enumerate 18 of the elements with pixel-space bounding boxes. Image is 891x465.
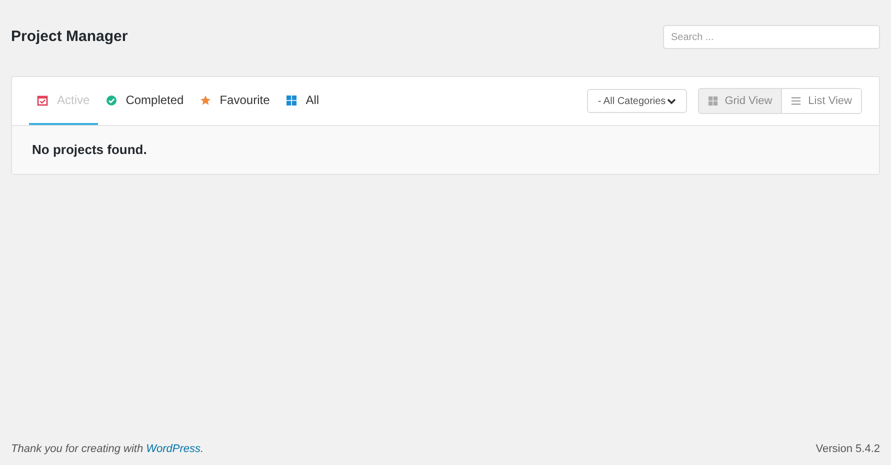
wordpress-link[interactable]: WordPress bbox=[146, 442, 201, 454]
filter-tab[interactable]: All bbox=[278, 77, 328, 125]
check-circle-icon bbox=[106, 94, 117, 106]
footer-text: Thank you for creating with WordPress. bbox=[11, 442, 204, 456]
calendar-check-icon bbox=[37, 94, 48, 106]
chevron-down-icon bbox=[666, 98, 676, 104]
search-field[interactable]: Search ... bbox=[663, 25, 880, 49]
version-text: Version 5.4.2 bbox=[816, 442, 880, 456]
filter-tab[interactable]: Completed bbox=[98, 77, 192, 125]
star-icon bbox=[200, 94, 211, 106]
list-icon bbox=[791, 96, 802, 106]
view-toggle[interactable]: List View bbox=[781, 89, 861, 113]
grid-icon bbox=[708, 96, 718, 106]
category-select[interactable]: - All Categories bbox=[586, 89, 687, 113]
filter-tab[interactable]: Favourite bbox=[192, 77, 278, 125]
page-title: Project Manager bbox=[11, 26, 128, 47]
empty-message: No projects found. bbox=[32, 141, 147, 160]
grid-icon bbox=[286, 94, 297, 106]
